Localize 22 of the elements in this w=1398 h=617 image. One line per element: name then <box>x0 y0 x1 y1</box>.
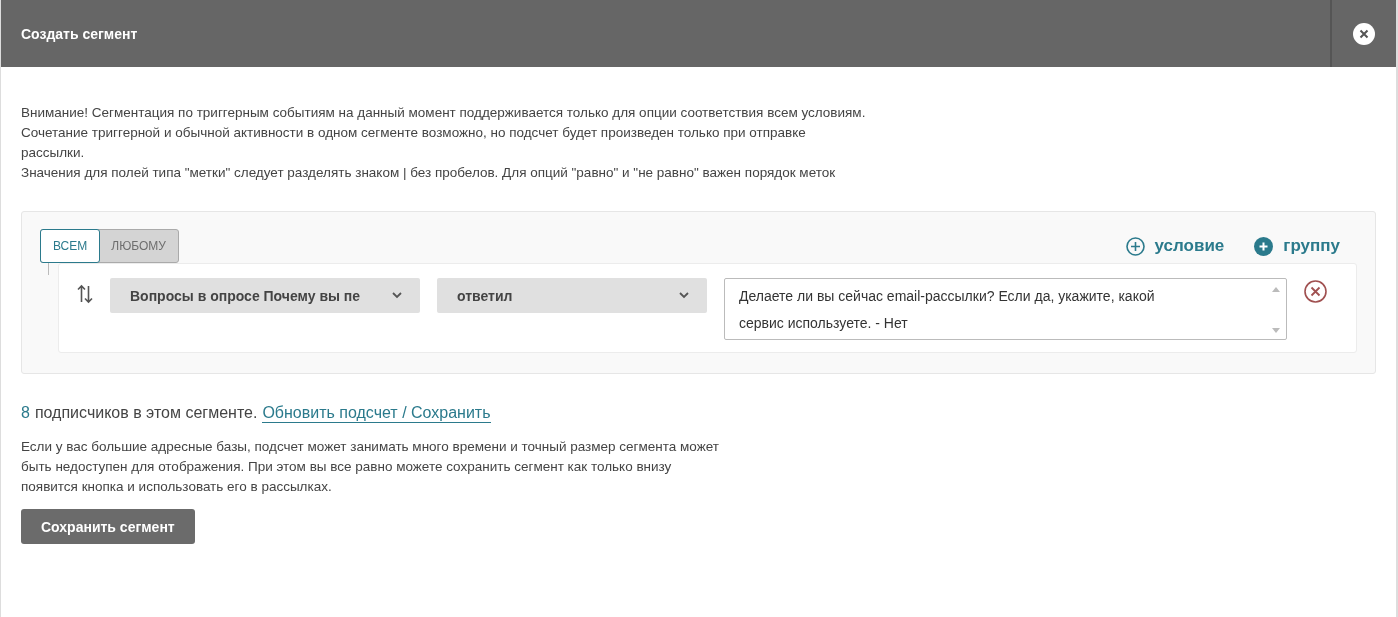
add-button[interactable]: условие <box>1125 236 1225 256</box>
count-text: подписчиков в этом сегменте. <box>34 404 258 422</box>
chevron-down-icon <box>392 292 402 299</box>
chevron-down-icon <box>679 292 689 299</box>
hint-text: Если у вас большие адресные базы, подсчет может занимать много времени и точный размер сегмента может быть недоступен для отображения. При этом вы все равно можете сохранить сегмент как только внизу появится кнопка и использовать его в рассылках. <box>21 438 720 496</box>
add-button[interactable]: группу <box>1254 236 1340 256</box>
notice-text: Внимание! Сегментация по триггерным событиям на данный момент поддерживается только для опции соответствия всем условиям. Сочетание триггерной и обычной активности в одном сегменте возможно, но подсчет будет произведен только при отправке рассылки. <box>21 104 866 162</box>
close-icon <box>1359 28 1369 39</box>
sort-arrows-icon[interactable] <box>77 284 93 304</box>
operator-select[interactable]: ответил <box>437 278 707 313</box>
match-option[interactable]: ЛЮБОМУ <box>98 229 179 263</box>
refresh-link[interactable]: Обновить подсчет / Сохранить <box>262 404 491 423</box>
window-title: Создать сегмент <box>20 25 138 42</box>
subscriber-count: 8 <box>21 404 30 422</box>
save-button[interactable]: Сохранить сегмент <box>21 509 195 544</box>
match-option[interactable]: ВСЕМ <box>40 229 101 263</box>
plus-circle-icon <box>1254 236 1274 256</box>
plus-circle-icon <box>1125 236 1145 256</box>
field-select[interactable]: Вопросы в опросе Почему вы пе <box>110 278 420 313</box>
close-button[interactable] <box>1353 22 1375 45</box>
remove-icon[interactable] <box>1304 280 1327 303</box>
notice-text: Значения для полей типа "метки" следует разделять знаком | без пробелов. Для опций "равно" и "не равно" важен порядок меток <box>21 164 837 182</box>
